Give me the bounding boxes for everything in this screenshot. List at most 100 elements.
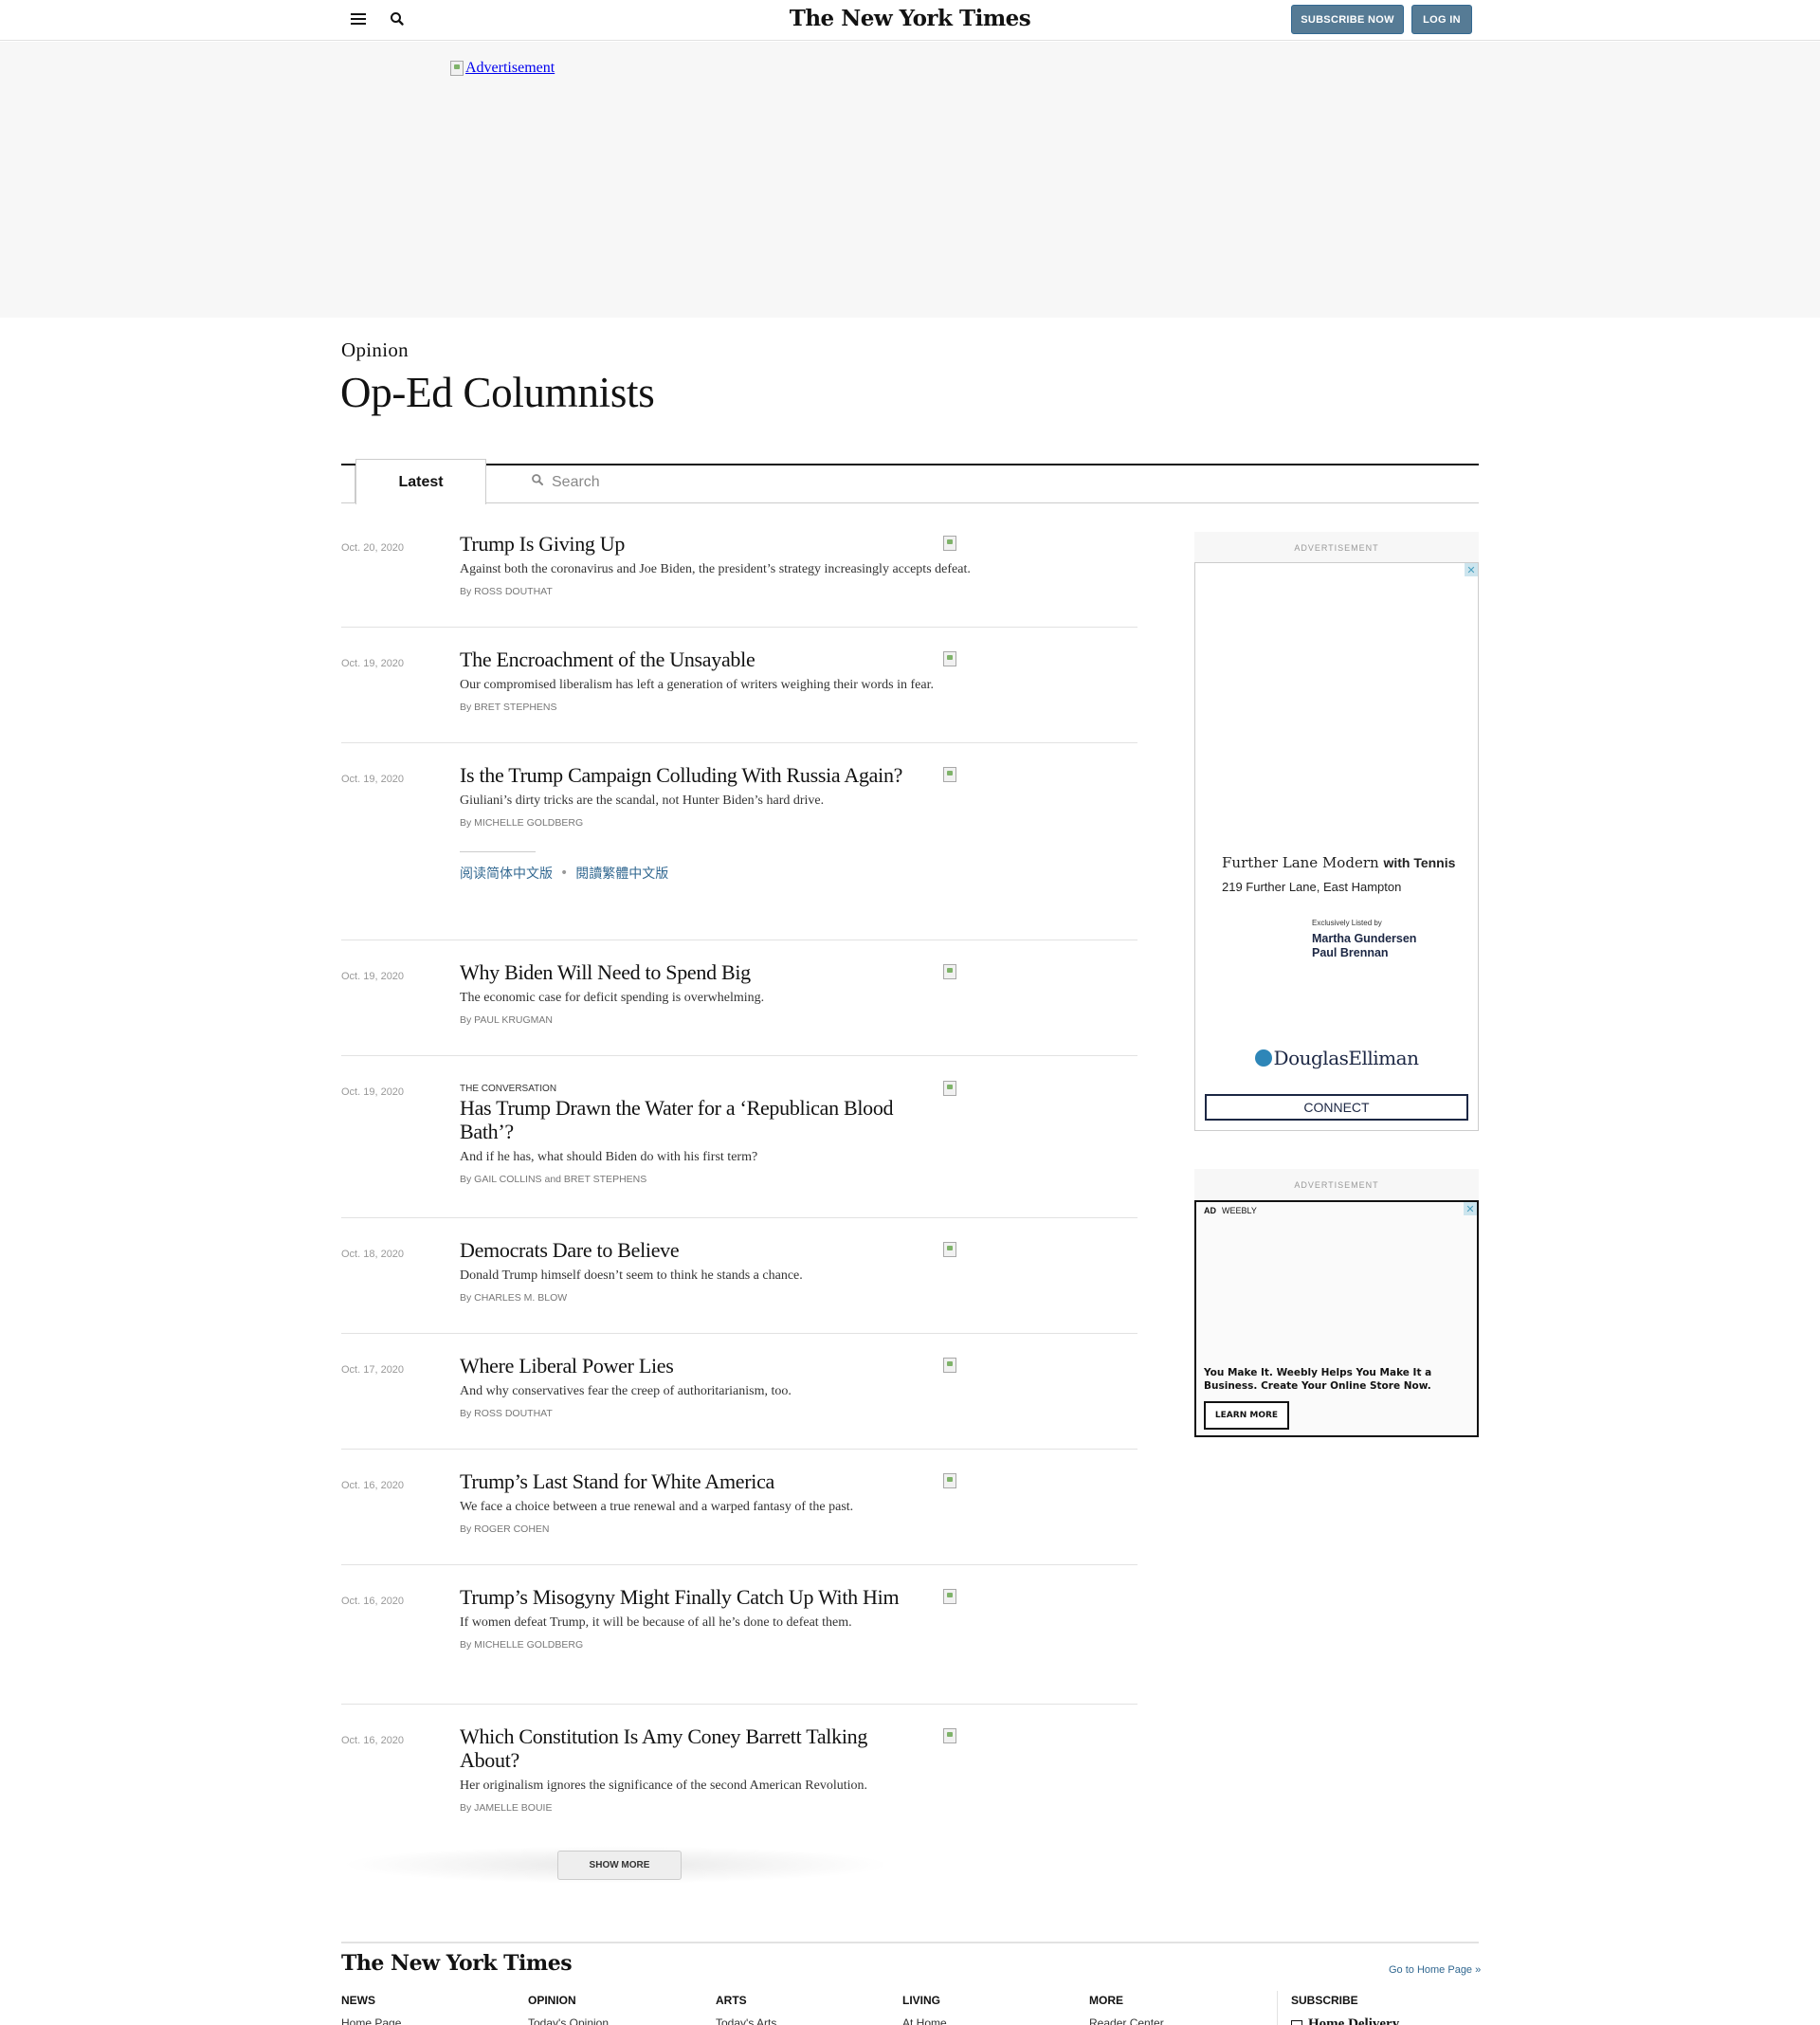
douglas-elliman-ad[interactable]: ✕ Further Lane Modern with Tennis 219 Fu… [1194,562,1479,1131]
article-title[interactable]: Trump’s Misogyny Might Finally Catch Up … [460,1585,915,1609]
article-date: Oct. 16, 2020 [341,1596,405,1607]
weebly-ad[interactable]: ✕ AD WEEBLY You Make It. Weebly Helps You… [1194,1200,1479,1437]
go-to-home-link[interactable]: Go to Home Page » [1389,1964,1481,1976]
top-bar: The New York Times SUBSCRIBE NOW LOG IN [0,0,1820,41]
article-summary: Against both the coronavirus and Joe Bid… [460,562,971,576]
article-item: Oct. 19, 2020 Is the Trump Campaign Coll… [341,763,1138,940]
traditional-chinese-link[interactable]: 閱讀繁體中文版 [575,864,668,883]
article-summary: Donald Trump himself doesn’t seem to thi… [460,1268,803,1283]
article-date: Oct. 17, 2020 [341,1364,405,1376]
article-date: Oct. 18, 2020 [341,1249,405,1260]
article-byline: By MICHELLE GOLDBERG [460,1639,584,1651]
footer-column-title[interactable]: ARTS [716,1994,776,2007]
article-title[interactable]: The Encroachment of the Unsayable [460,648,915,671]
article-byline: By ROSS DOUTHAT [460,1408,553,1419]
footer-column-arts: ARTS Today's Arts [716,1994,776,2025]
advertisement-link[interactable]: Advertisement [450,60,555,77]
search-placeholder: Search [552,473,600,490]
footer-link[interactable]: Today's Opinion [528,2016,609,2025]
article-title[interactable]: Has Trump Drawn the Water for a ‘Republi… [460,1096,915,1143]
article-byline: By JAMELLE BOUIE [460,1802,553,1814]
footer-link[interactable]: Reader Center [1089,2016,1164,2025]
footer-logo[interactable]: The New York Times [341,1951,573,1976]
ad-tag: AD WEEBLY [1204,1206,1257,1215]
article-byline: By CHARLES M. BLOW [460,1292,568,1304]
article-title[interactable]: Democrats Dare to Believe [460,1238,915,1262]
article-date: Oct. 20, 2020 [341,542,405,554]
article-item: Oct. 19, 2020 The Encroachment of the Un… [341,648,1138,743]
tabs-top-rule [341,464,1479,465]
article-summary: And why conservatives fear the creep of … [460,1384,792,1398]
article-byline: By MICHELLE GOLDBERG [460,817,584,829]
separator-dot: • [560,866,569,881]
article-item: Oct. 16, 2020 Which Constitution Is Amy … [341,1724,1138,1838]
article-thumbnail[interactable] [943,964,956,979]
article-thumbnail[interactable] [943,651,956,666]
footer-column-title[interactable]: OPINION [528,1994,609,2007]
close-icon[interactable]: ✕ [1465,563,1478,576]
subscribe-button[interactable]: SUBSCRIBE NOW [1291,5,1404,34]
home-delivery-icon [1291,2019,1302,2025]
article-item: Oct. 16, 2020 Trump’s Misogyny Might Fin… [341,1585,1138,1705]
article-item: Oct. 19, 2020 Why Biden Will Need to Spe… [341,960,1138,1056]
article-thumbnail[interactable] [943,1081,956,1096]
search-icon[interactable] [389,10,406,27]
connect-button[interactable]: CONNECT [1205,1094,1468,1121]
article-thumbnail[interactable] [943,1242,956,1257]
footer-link[interactable]: Today's Arts [716,2016,776,2025]
article-title[interactable]: Is the Trump Campaign Colluding With Rus… [460,763,915,787]
top-advertisement: Advertisement [0,42,1820,318]
article-summary: We face a choice between a true renewal … [460,1500,854,1514]
article-title[interactable]: Trump Is Giving Up [460,532,915,556]
article-thumbnail[interactable] [943,1473,956,1488]
show-more-button[interactable]: SHOW MORE [557,1851,682,1880]
advertisement-label: ADVERTISEMENT [1194,1169,1479,1200]
article-date: Oct. 19, 2020 [341,1086,405,1098]
article-byline: By PAUL KRUGMAN [460,1014,554,1026]
footer-link[interactable]: At Home [902,2016,947,2025]
learn-more-button[interactable]: LEARN MORE [1204,1401,1289,1430]
search-input[interactable]: Search [531,473,600,491]
article-title[interactable]: Trump’s Last Stand for White America [460,1469,915,1493]
article-thumbnail[interactable] [943,1728,956,1743]
menu-icon[interactable] [351,13,366,25]
article-item: Oct. 17, 2020 Where Liberal Power Lies A… [341,1354,1138,1450]
article-thumbnail[interactable] [943,1358,956,1373]
section-kicker[interactable]: Opinion [341,338,409,362]
ad-copy: You Make It. Weebly Helps You Make It a … [1204,1367,1432,1392]
home-delivery-link[interactable]: Home Delivery [1291,2016,1399,2025]
article-thumbnail[interactable] [943,767,956,782]
article-byline: By ROSS DOUTHAT [460,586,553,597]
ad-agent-name: Martha Gundersen [1312,932,1417,945]
article-item: Oct. 16, 2020 Trump’s Last Stand for Whi… [341,1469,1138,1565]
article-title[interactable]: Where Liberal Power Lies [460,1354,915,1377]
article-title[interactable]: Which Constitution Is Amy Coney Barrett … [460,1724,915,1772]
footer-subscribe-title[interactable]: SUBSCRIBE [1291,1994,1399,2007]
tab-latest[interactable]: Latest [355,459,486,504]
footer-column-title[interactable]: LIVING [902,1994,947,2007]
footer-column-opinion: OPINION Today's Opinion [528,1994,609,2025]
article-item: Oct. 20, 2020 Trump Is Giving Up Against… [341,532,1138,628]
article-title[interactable]: Why Biden Will Need to Spend Big [460,960,915,984]
close-icon[interactable]: ✕ [1464,1202,1477,1215]
article-thumbnail[interactable] [943,1589,956,1604]
footer-link[interactable]: Home Page [341,2016,401,2025]
article-byline: By GAIL COLLINS and BRET STEPHENS [460,1174,647,1185]
login-button[interactable]: LOG IN [1411,5,1472,34]
footer-column-title[interactable]: NEWS [341,1994,401,2007]
article-summary: If women defeat Trump, it will be becaus… [460,1615,852,1630]
brand-name: DouglasElliman [1273,1047,1419,1069]
article-thumbnail[interactable] [943,536,956,551]
article-date: Oct. 16, 2020 [341,1735,405,1746]
ad-marker: AD [1204,1206,1216,1215]
ad-agent-name: Paul Brennan [1312,946,1389,959]
page-title: Op-Ed Columnists [340,369,655,416]
advertisement-alt-text: Advertisement [465,60,555,76]
divider [460,851,536,852]
article-summary: And if he has, what should Biden do with… [460,1150,758,1164]
ad-listed-by: Exclusively Listed by [1312,919,1382,927]
nyt-logo[interactable]: The New York Times [790,6,1031,31]
footer-column-title[interactable]: MORE [1089,1994,1164,2007]
simplified-chinese-link[interactable]: 阅读简体中文版 [460,864,553,883]
article-label: THE CONVERSATION [460,1084,557,1094]
